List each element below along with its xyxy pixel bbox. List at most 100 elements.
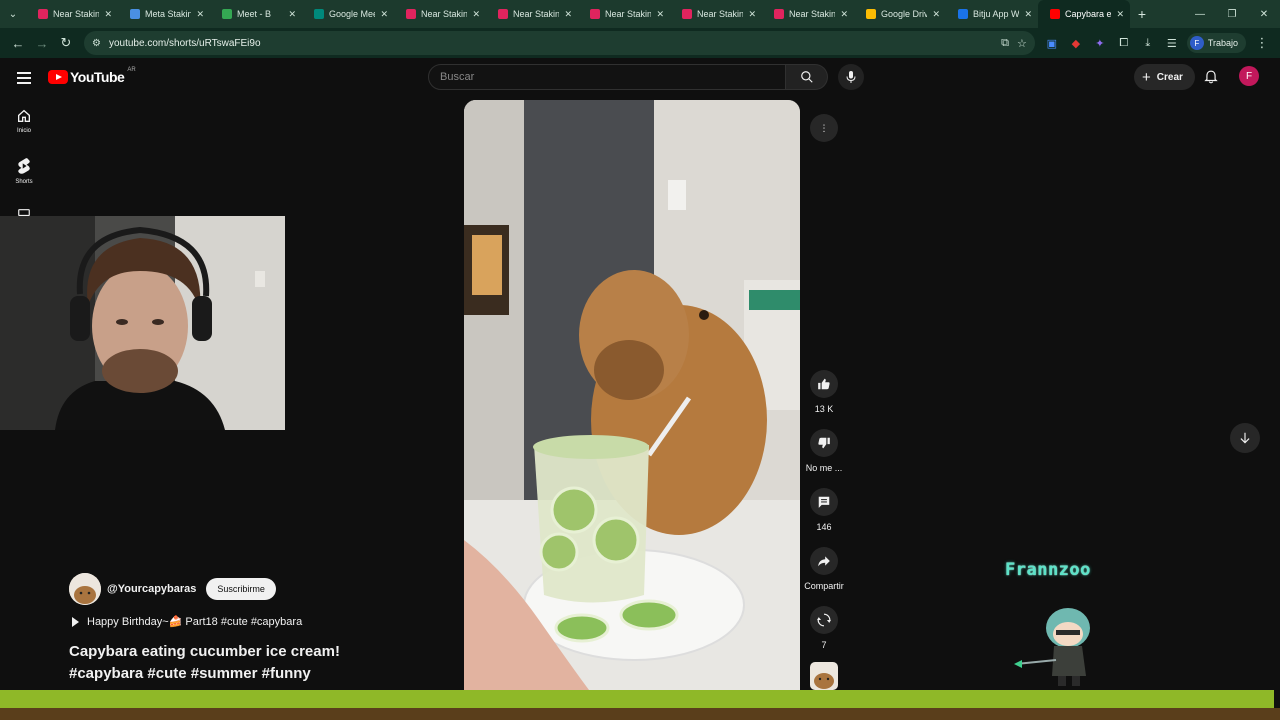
plus-icon: + — [1142, 68, 1151, 86]
profile-avatar: F — [1189, 36, 1204, 50]
like-count: 13 K — [814, 404, 834, 414]
play-icon — [72, 616, 79, 627]
extensions-area: ▣ ◆ ✦ ⧠ ⤓ ☰ — [1041, 32, 1183, 54]
tab-favicon-icon — [774, 9, 784, 19]
tab-close-icon[interactable]: ✕ — [380, 9, 388, 20]
channel-avatar[interactable] — [69, 573, 101, 605]
tab-title: Capybara ea — [1065, 9, 1112, 19]
browser-profile-button[interactable]: F Trabajo — [1186, 33, 1246, 53]
extension-purple-icon[interactable]: ✦ — [1089, 32, 1111, 54]
address-bar[interactable]: ⚙ youtube.com/shorts/uRTswaFEi9o ⧉ ☆ — [84, 31, 1035, 55]
bookmark-star-icon[interactable]: ☆ — [1017, 37, 1027, 50]
share-button[interactable]: Compartir — [800, 547, 848, 591]
search-button[interactable] — [786, 64, 828, 90]
guide-item-subscriptions[interactable] — [0, 208, 48, 216]
thumbs-up-icon — [810, 370, 838, 398]
tab-close-icon[interactable]: ✕ — [564, 9, 572, 20]
search-icon — [800, 71, 813, 83]
tab-close-icon[interactable]: ✕ — [196, 9, 204, 20]
notifications-button[interactable] — [1200, 66, 1222, 88]
tab-close-icon[interactable]: ✕ — [656, 9, 664, 20]
remix-icon — [810, 606, 838, 634]
extension-red-icon[interactable]: ◆ — [1065, 32, 1087, 54]
browser-tab[interactable]: Google Meet ✕ — [302, 0, 394, 28]
browser-tab[interactable]: Bitju App W ✕ — [946, 0, 1038, 28]
profile-label: Trabajo — [1207, 38, 1238, 48]
remix-count: 7 — [821, 640, 827, 650]
browser-tab[interactable]: Near Staking ✕ — [394, 0, 486, 28]
restore-icon[interactable]: ❐ — [1216, 0, 1248, 28]
tab-close-icon[interactable]: ✕ — [104, 9, 112, 20]
next-short-button[interactable] — [1230, 423, 1260, 453]
guide-item-label: Shorts — [15, 179, 33, 185]
capybara-avatar-icon — [69, 573, 101, 605]
subscriptions-icon — [18, 209, 30, 216]
like-button[interactable]: 13 K — [800, 370, 848, 414]
browser-tab[interactable]: Near Staking ✕ — [670, 0, 762, 28]
bottom-green-bar — [0, 690, 1274, 708]
browser-tab[interactable]: Near Staking ✕ — [26, 0, 118, 28]
browser-tab[interactable]: Near Staking ✕ — [486, 0, 578, 28]
browser-tab[interactable]: Google Drive ✕ — [854, 0, 946, 28]
browser-tab[interactable]: Near Staking ✕ — [762, 0, 854, 28]
sound-thumbnail-button[interactable] — [800, 662, 848, 690]
tab-close-icon[interactable]: ✕ — [748, 9, 756, 20]
address-url[interactable]: youtube.com/shorts/uRTswaFEi9o — [109, 38, 993, 49]
dislike-button[interactable]: No me ... — [800, 429, 848, 473]
tab-close-icon[interactable]: ✕ — [288, 9, 296, 20]
reload-icon[interactable]: ↻ — [54, 31, 78, 55]
dislike-label: No me ... — [805, 463, 843, 473]
tab-close-icon[interactable]: ✕ — [932, 9, 940, 20]
browser-tab[interactable]: Meta Staking ✕ — [118, 0, 210, 28]
tab-close-icon[interactable]: ✕ — [472, 9, 480, 20]
browser-tab[interactable]: Near Staking ✕ — [578, 0, 670, 28]
tab-favicon-icon — [590, 9, 600, 19]
create-button[interactable]: + Crear — [1134, 64, 1195, 90]
bottom-brown-strip — [0, 708, 1280, 720]
site-info-icon[interactable]: ⚙ — [92, 38, 101, 49]
youtube-logo[interactable]: YouTube AR — [48, 67, 136, 85]
browser-tab[interactable]: Capybara ea ✕ — [1038, 0, 1130, 28]
subscribe-button[interactable]: Suscribirme — [206, 578, 276, 600]
search-input[interactable]: Buscar — [428, 64, 786, 90]
extensions-puzzle-icon[interactable]: ⧠ — [1113, 32, 1135, 54]
shorts-icon — [18, 158, 30, 174]
capybara-video-frame — [464, 100, 800, 690]
downloads-icon[interactable]: ⤓ — [1137, 32, 1159, 54]
back-icon[interactable]: ← — [6, 31, 30, 55]
tab-title: Near Staking — [605, 9, 652, 19]
forward-icon[interactable]: → — [30, 31, 54, 55]
close-window-icon[interactable]: ✕ — [1248, 0, 1280, 28]
bell-icon — [1204, 70, 1218, 84]
minimize-icon[interactable]: — — [1184, 0, 1216, 28]
webcam-person-image — [0, 216, 285, 430]
tab-close-icon[interactable]: ✕ — [840, 9, 848, 20]
reading-list-icon[interactable]: ☰ — [1161, 32, 1183, 54]
more-options-button[interactable]: ⋮ — [800, 114, 848, 142]
guide-item-shorts[interactable]: Shorts — [0, 157, 48, 185]
home-icon — [18, 109, 30, 122]
comment-count: 146 — [816, 522, 832, 532]
browser-tab[interactable]: Meet - B ✕ — [210, 0, 302, 28]
account-avatar[interactable]: F — [1239, 66, 1259, 86]
voice-search-button[interactable] — [838, 64, 864, 90]
short-title: Capybara eating cucumber ice cream! #cap… — [69, 643, 340, 682]
short-video-player[interactable] — [464, 100, 800, 690]
channel-name[interactable]: @Yourcapybaras — [107, 583, 196, 595]
guide-menu-icon[interactable] — [14, 68, 34, 88]
install-app-icon[interactable]: ⧉ — [1001, 37, 1009, 50]
extension-translate-icon[interactable]: ▣ — [1041, 32, 1063, 54]
tab-close-icon[interactable]: ✕ — [1024, 9, 1032, 20]
tab-title: Near Staking — [53, 9, 100, 19]
browser-menu-icon[interactable]: ⋮ — [1250, 31, 1274, 55]
remix-button[interactable]: 7 — [800, 606, 848, 650]
tab-title: Bitju App W — [973, 9, 1020, 19]
youtube-logo-text: YouTube — [70, 69, 125, 85]
related-video-link[interactable]: Happy Birthday~🍰 Part18 #cute #capybara — [72, 615, 302, 628]
tab-close-icon[interactable]: ✕ — [1116, 9, 1124, 20]
comments-button[interactable]: 146 — [800, 488, 848, 532]
guide-item-inicio[interactable]: Inicio — [0, 108, 48, 134]
tab-search-dropdown-icon[interactable]: ⌄ — [0, 0, 26, 28]
channel-row: @Yourcapybaras Suscribirme — [69, 573, 276, 605]
new-tab-button[interactable]: + — [1130, 6, 1154, 22]
